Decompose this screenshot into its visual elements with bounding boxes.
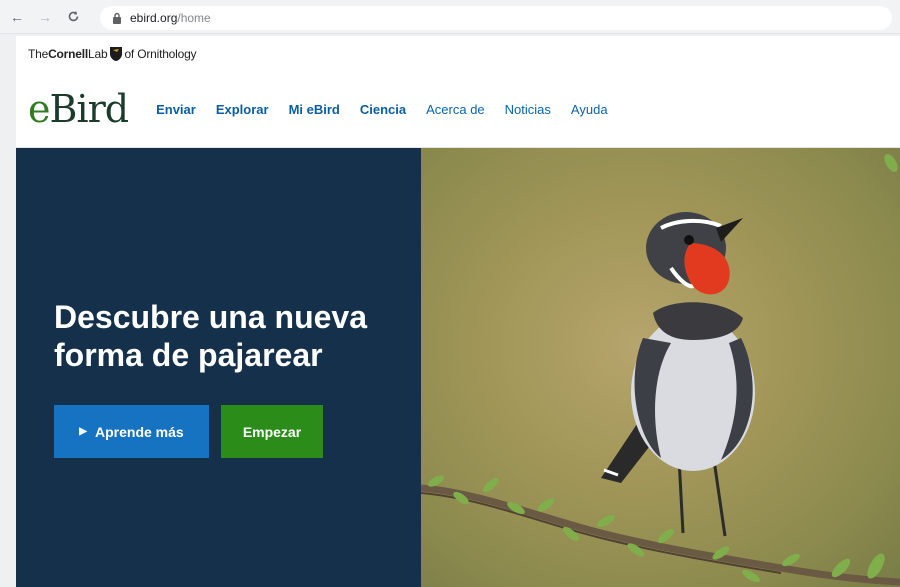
learn-more-button[interactable]: ▶ Aprende más [54,405,209,458]
nav-item-acerca-de[interactable]: Acerca de [426,102,485,117]
cornell-header: The Cornell Lab of Ornithology [16,36,900,71]
forward-icon[interactable]: → [34,6,56,28]
nav-item-ayuda[interactable]: Ayuda [571,102,608,117]
url-host: ebird.org [130,11,178,25]
bird-illustration [421,153,900,586]
hero-headline: Descubre una nueva forma de pajarear [54,298,414,374]
get-started-button[interactable]: Empezar [221,405,323,458]
cornell-lab-logo[interactable]: The Cornell Lab of Ornithology [28,46,197,62]
logo-cornell: Cornell [48,46,89,61]
headline-line-1: Descubre una nueva [54,299,367,335]
nav-item-explorar[interactable]: Explorar [216,102,269,117]
headline-line-2: forma de pajarear [54,337,323,373]
get-started-label: Empezar [242,423,302,440]
logo-bird: Bird [49,87,130,131]
play-icon: ▶ [79,426,87,437]
reload-icon[interactable] [62,6,84,28]
url-path: /home [177,11,211,25]
nav-item-enviar[interactable]: Enviar [156,102,196,117]
browser-window: ← → ebird.org/home The Cornell Lab of Orni… [0,0,900,587]
nav-item-ciencia[interactable]: Ciencia [360,102,406,117]
address-bar[interactable]: ebird.org/home [100,6,892,30]
nav-item-noticias[interactable]: Noticias [505,102,551,117]
cornell-bird-icon [110,46,123,61]
hero-section: Descubre una nueva forma de pajarear ▶ A… [16,148,900,587]
logo-lab: Lab [88,46,108,61]
lock-icon [113,12,121,24]
main-navigation: eBird Enviar Explorar Mi eBird Ciencia A… [16,71,900,148]
nav-item-mi-ebird[interactable]: Mi eBird [289,102,340,117]
hero-panel: Descubre una nueva forma de pajarear ▶ A… [16,148,421,587]
hero-bird-photo [421,148,900,587]
logo-of-ornithology: of Ornithology [124,46,197,61]
logo-e: e [28,87,50,131]
ebird-logo[interactable]: eBird [28,87,130,131]
browser-toolbar: ← → ebird.org/home [0,0,900,34]
learn-more-label: Aprende más [95,423,184,440]
back-icon[interactable]: ← [6,6,28,28]
nav-menu: Enviar Explorar Mi eBird Ciencia Acerca … [156,102,607,117]
logo-the: The [28,46,49,61]
webpage: The Cornell Lab of Ornithology eBird Envia… [16,36,900,587]
